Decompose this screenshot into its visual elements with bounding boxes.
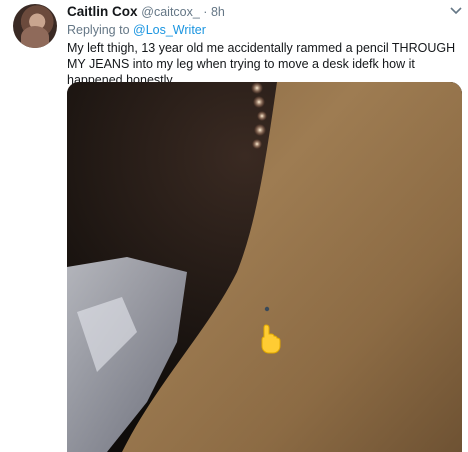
- avatar[interactable]: [13, 4, 57, 48]
- replying-prefix: Replying to: [67, 23, 134, 37]
- timestamp[interactable]: 8h: [211, 5, 225, 19]
- replying-to: Replying to @Los_Writer: [67, 23, 206, 37]
- pencil-mark: [264, 306, 270, 312]
- user-handle[interactable]: @caitcox_: [141, 5, 200, 19]
- display-name[interactable]: Caitlin Cox: [67, 4, 138, 19]
- tweet-text: My left thigh, 13 year old me accidental…: [67, 41, 456, 87]
- photo-content: [67, 82, 462, 452]
- tweet-header: Caitlin Cox @caitcox_ · 8h: [67, 4, 225, 20]
- tweet: Caitlin Cox @caitcox_ · 8h Replying to @…: [0, 0, 468, 452]
- separator: ·: [199, 5, 211, 19]
- tweet-photo[interactable]: [67, 82, 462, 452]
- chevron-down-icon[interactable]: [450, 6, 462, 16]
- reply-mention-link[interactable]: @Los_Writer: [133, 23, 206, 37]
